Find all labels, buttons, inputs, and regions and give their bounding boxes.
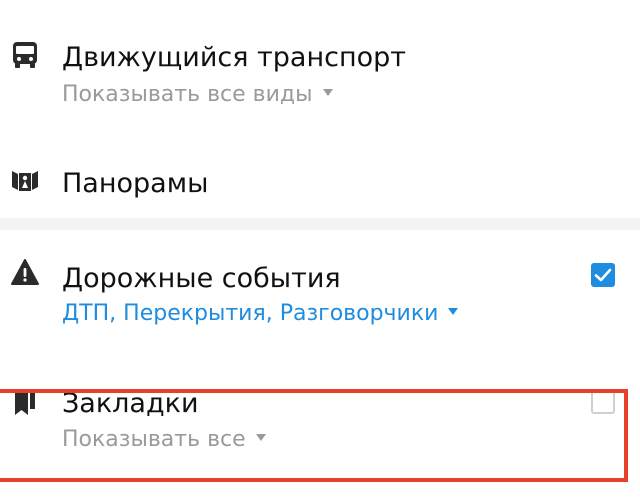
bus-icon	[10, 40, 40, 70]
layer-subtitle-dropdown[interactable]: Показывать все виды	[62, 81, 333, 109]
highlight-box	[0, 389, 628, 482]
layer-title: Дорожные события	[62, 263, 341, 294]
layer-title: Панорамы	[62, 168, 209, 199]
layer-row-road-events[interactable]: Дорожные события ДТП, Перекрытия, Разгов…	[0, 230, 640, 380]
warning-triangle-icon	[10, 258, 40, 288]
chevron-down-icon	[322, 88, 333, 96]
layer-row-panoramas[interactable]: Панорамы	[0, 130, 640, 218]
layer-subtitle: Показывать все виды	[62, 82, 313, 107]
layer-subtitle-dropdown[interactable]: ДТП, Перекрытия, Разговорчики	[62, 300, 459, 328]
chevron-down-icon	[448, 307, 459, 315]
checkmark-icon	[594, 268, 612, 282]
layer-row-transport[interactable]: Движущийся транспорт Показывать все виды	[0, 0, 640, 130]
section-divider	[0, 218, 640, 230]
road-events-checkbox[interactable]	[591, 263, 615, 287]
panorama-icon	[10, 166, 40, 196]
layer-title: Движущийся транспорт	[62, 42, 406, 73]
layer-subtitle: ДТП, Перекрытия, Разговорчики	[62, 301, 439, 326]
